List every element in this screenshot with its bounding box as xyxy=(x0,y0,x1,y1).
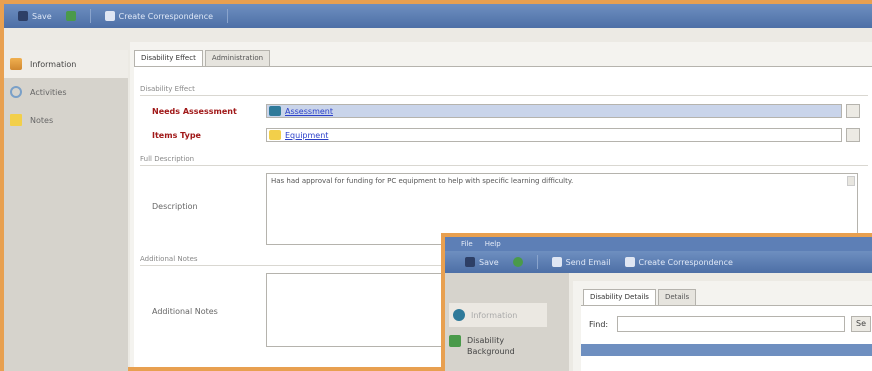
menu-file[interactable]: File xyxy=(461,240,473,248)
create-correspondence-label: Create Correspondence xyxy=(118,11,214,21)
toolbar-divider xyxy=(89,9,91,23)
description-scrollbar[interactable] xyxy=(847,176,855,186)
sidebar-item-label: Notes xyxy=(30,115,54,125)
main-toolbar: Save Create Correspondence xyxy=(4,4,872,28)
section-additional-notes: Additional Notes xyxy=(140,255,198,263)
items-type-field[interactable]: Equipment xyxy=(266,128,842,142)
section-divider xyxy=(140,95,868,96)
sidebar-item-activities[interactable]: Activities xyxy=(4,78,128,106)
email-icon xyxy=(551,257,562,267)
document-icon xyxy=(624,257,635,267)
results-grid-header xyxy=(581,344,872,356)
needs-assessment-field[interactable]: Assessment xyxy=(266,104,842,118)
refresh-button[interactable] xyxy=(62,7,80,25)
save-icon xyxy=(465,257,475,267)
refresh-icon xyxy=(512,257,523,267)
create-correspondence-button[interactable]: Create Correspondence xyxy=(101,7,217,25)
document-icon xyxy=(104,11,115,21)
tab-details[interactable]: Details xyxy=(657,289,697,305)
description-text: Has had approval for funding for PC equi… xyxy=(271,177,574,185)
find-input[interactable] xyxy=(617,316,845,332)
main-tabs: Disability Effect Administration xyxy=(134,50,271,66)
tab-disability-details[interactable]: Disability Details xyxy=(583,289,656,305)
tab-disability-effect[interactable]: Disability Effect xyxy=(134,50,203,66)
sidebar-item-notes[interactable]: Notes xyxy=(4,106,128,134)
items-type-lookup-button[interactable] xyxy=(846,128,860,142)
create-correspondence-button[interactable]: Create Correspondence xyxy=(621,253,737,271)
sidebar-item-label: Information xyxy=(30,59,77,69)
save-button[interactable]: Save xyxy=(14,7,56,25)
items-type-link[interactable]: Equipment xyxy=(285,131,328,140)
send-email-label: Send Email xyxy=(565,257,611,267)
assessment-icon xyxy=(269,106,281,116)
save-icon xyxy=(18,11,28,21)
disability-details-window: File Help Save Send Email Create Corresp… xyxy=(441,233,872,371)
additional-notes-label: Additional Notes xyxy=(152,307,218,316)
sidebar-item-information[interactable]: Information xyxy=(4,50,128,78)
create-correspondence-label: Create Correspondence xyxy=(638,257,733,267)
toolbar-divider xyxy=(227,9,229,23)
menu-help[interactable]: Help xyxy=(485,240,501,248)
disability-details-panel: Find: Se xyxy=(581,305,872,371)
sidebar-item-label: Information xyxy=(471,310,518,320)
save-button-label: Save xyxy=(32,11,52,21)
sidebar-item-label: Disability Background xyxy=(467,336,515,356)
sidebar-item-label: Activities xyxy=(30,87,67,97)
send-email-button[interactable]: Send Email xyxy=(548,253,615,271)
information-icon xyxy=(10,58,22,70)
section-divider xyxy=(140,165,868,166)
section-full-description: Full Description xyxy=(140,155,195,163)
save-button-label: Save xyxy=(479,257,499,267)
activities-icon xyxy=(10,86,22,98)
overlay-tabs: Disability Details Details xyxy=(583,289,697,305)
overlay-menubar: File Help xyxy=(445,237,872,251)
refresh-button[interactable] xyxy=(509,253,527,271)
notes-icon xyxy=(10,114,22,126)
toolbar-divider xyxy=(536,255,538,269)
equipment-icon xyxy=(269,130,281,140)
overlay-toolbar: Save Send Email Create Correspondence xyxy=(445,251,872,273)
find-label: Find: xyxy=(589,320,609,329)
tab-administration[interactable]: Administration xyxy=(204,50,271,66)
section-disability-effect: Disability Effect xyxy=(140,85,195,93)
items-type-label: Items Type xyxy=(152,131,201,140)
needs-assessment-lookup-button[interactable] xyxy=(846,104,860,118)
overlay-content: Disability Details Details Find: Se xyxy=(573,281,872,371)
information-icon xyxy=(453,309,465,321)
needs-assessment-link[interactable]: Assessment xyxy=(285,107,333,116)
save-button[interactable]: Save xyxy=(461,253,503,271)
main-sidebar: Information Activities Notes xyxy=(4,50,128,371)
needs-assessment-label: Needs Assessment xyxy=(152,107,237,116)
disability-icon xyxy=(449,335,461,347)
description-label: Description xyxy=(152,202,198,211)
refresh-icon xyxy=(65,11,76,21)
overlay-sidebar: Information Disability Background xyxy=(445,273,569,371)
sidebar-item-information[interactable]: Information xyxy=(449,303,548,327)
search-button[interactable]: Se xyxy=(851,316,871,332)
sidebar-item-disability-background[interactable]: Disability Background xyxy=(449,335,527,357)
